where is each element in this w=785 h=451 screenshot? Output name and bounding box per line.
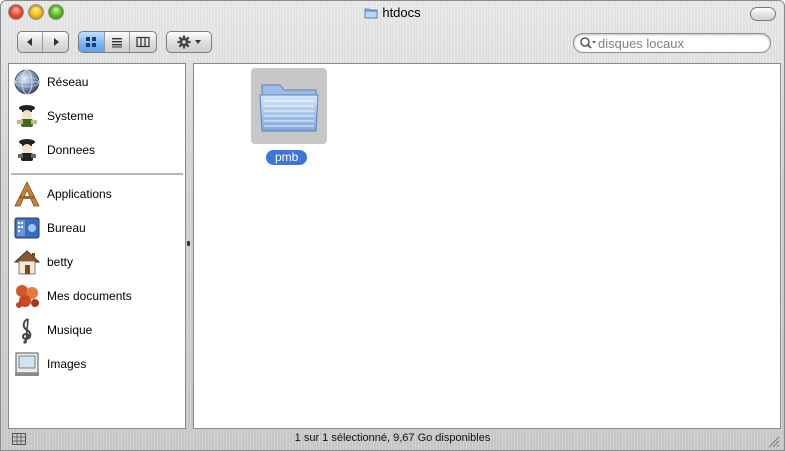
folder-icon bbox=[259, 84, 319, 132]
sidebar-item-donnees[interactable]: Donnees bbox=[12, 135, 182, 165]
file-item-pmb[interactable]: pmb bbox=[251, 68, 329, 165]
desktop-icon bbox=[12, 213, 42, 243]
action-menu-cell bbox=[167, 32, 211, 52]
file-browser-content: pmb bbox=[193, 63, 781, 429]
sidebar-item-label: Applications bbox=[47, 187, 112, 201]
sidebar-item-applications[interactable]: Applications bbox=[12, 179, 182, 209]
applications-icon bbox=[12, 179, 42, 209]
disk-icon bbox=[12, 135, 42, 165]
window-title: htdocs bbox=[1, 4, 784, 22]
sidebar-item-reseau[interactable]: Réseau bbox=[12, 67, 182, 97]
search-field[interactable] bbox=[573, 33, 771, 53]
sidebar-item-label: Mes documents bbox=[47, 289, 132, 303]
split-view-handle[interactable] bbox=[187, 241, 190, 246]
icon-view-icon bbox=[86, 37, 97, 47]
back-button[interactable] bbox=[18, 32, 44, 52]
chevron-down-icon bbox=[194, 40, 201, 44]
title-bar[interactable]: htdocs bbox=[1, 1, 784, 25]
status-bar: 1 sur 1 sélectionné, 9,67 Go disponibles bbox=[1, 429, 784, 450]
sidebar-item-label: Réseau bbox=[47, 75, 89, 89]
forward-arrow-icon bbox=[53, 38, 59, 46]
documents-icon bbox=[12, 281, 42, 311]
window-title-text: htdocs bbox=[382, 5, 421, 20]
sidebar-item-images[interactable]: Images bbox=[12, 349, 182, 379]
gear-icon bbox=[177, 35, 190, 49]
toolbar-toggle-button[interactable] bbox=[750, 7, 776, 21]
folder-icon bbox=[364, 8, 378, 19]
sidebar-item-bureau[interactable]: Bureau bbox=[12, 213, 182, 243]
resize-grip-icon[interactable] bbox=[766, 434, 780, 448]
sidebar-item-label: Bureau bbox=[47, 221, 86, 235]
pictures-icon bbox=[12, 349, 42, 379]
sidebar-item-label: Donnees bbox=[47, 143, 96, 157]
music-icon bbox=[12, 315, 42, 345]
list-view-icon bbox=[112, 38, 122, 48]
column-view-icon bbox=[136, 36, 150, 48]
forward-button[interactable] bbox=[43, 32, 68, 52]
search-icon bbox=[580, 37, 596, 49]
sidebar-item-systeme[interactable]: Systeme bbox=[12, 101, 182, 131]
nav-segment bbox=[17, 31, 69, 53]
file-name-label: pmb bbox=[266, 150, 308, 165]
sidebar-item-mes-documents[interactable]: Mes documents bbox=[12, 281, 182, 311]
sidebar-item-betty[interactable]: betty bbox=[12, 247, 182, 277]
back-arrow-icon bbox=[27, 38, 32, 46]
sidebar-divider bbox=[11, 173, 183, 175]
action-menu-button[interactable] bbox=[166, 31, 212, 53]
disk-icon bbox=[12, 101, 42, 131]
file-icon-selection bbox=[251, 68, 327, 144]
view-segment bbox=[78, 31, 157, 53]
toolbar bbox=[1, 31, 784, 57]
status-text: 1 sur 1 sélectionné, 9,67 Go disponibles bbox=[294, 432, 491, 444]
sidebar-item-label: Systeme bbox=[47, 109, 94, 123]
search-input[interactable] bbox=[598, 35, 758, 51]
sidebar-item-label: betty bbox=[47, 255, 74, 269]
home-icon bbox=[12, 247, 42, 277]
icon-view-button[interactable] bbox=[79, 32, 105, 52]
network-globe-icon bbox=[12, 67, 42, 97]
column-view-button[interactable] bbox=[130, 32, 156, 52]
sidebar-item-label: Images bbox=[47, 357, 87, 371]
sidebar-item-musique[interactable]: Musique bbox=[12, 315, 182, 345]
sidebar: Réseau Systeme Donnees Applications Bure… bbox=[8, 63, 186, 429]
finder-window: htdocs disques locaux Réseau Systeme Don… bbox=[0, 0, 785, 451]
list-view-button[interactable] bbox=[105, 32, 131, 52]
sidebar-item-label: Musique bbox=[47, 323, 93, 337]
